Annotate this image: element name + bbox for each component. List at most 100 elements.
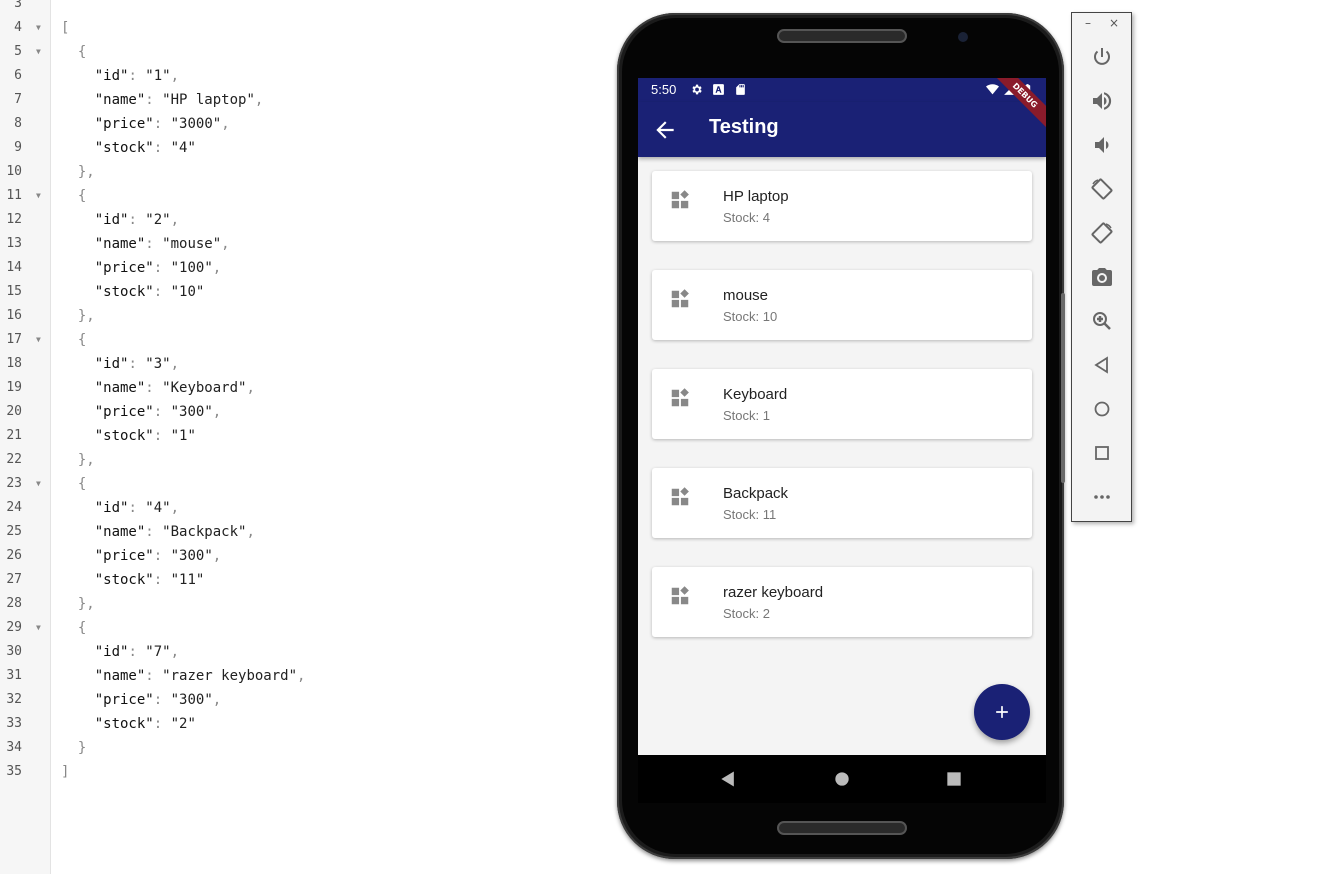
line-number: 34: [6, 740, 22, 755]
line-number: 17: [6, 332, 22, 347]
line-number: 10: [6, 164, 22, 179]
code-text: },: [77, 308, 95, 324]
add-item-button[interactable]: [974, 684, 1030, 740]
product-card[interactable]: mouse Stock: 10: [652, 270, 1032, 340]
code-line[interactable]: 7 "name": "HP laptop",: [0, 88, 600, 112]
code-line[interactable]: 9 "stock": "4": [0, 136, 600, 160]
code-line[interactable]: 28 },: [0, 592, 600, 616]
product-card[interactable]: Keyboard Stock: 1: [652, 369, 1032, 439]
line-number: 21: [6, 428, 22, 443]
code-line[interactable]: 5 ▼ {: [0, 40, 600, 64]
code-line[interactable]: 27 "stock": "11": [0, 568, 600, 592]
code-line[interactable]: 3: [0, 0, 600, 16]
recents-square-icon[interactable]: [944, 769, 964, 789]
rotate-left-icon[interactable]: [1090, 177, 1114, 201]
home-icon[interactable]: [1090, 397, 1114, 421]
code-text: {: [77, 620, 87, 636]
product-card[interactable]: HP laptop Stock: 4: [652, 171, 1032, 241]
code-line[interactable]: 30 "id": "7",: [0, 640, 600, 664]
widgets-icon: [671, 586, 689, 605]
widgets-icon: [671, 487, 689, 506]
overview-icon[interactable]: [1090, 441, 1114, 465]
code-line[interactable]: 16 },: [0, 304, 600, 328]
line-number: 22: [6, 452, 22, 467]
code-text: ]: [61, 764, 70, 780]
product-card[interactable]: Backpack Stock: 11: [652, 468, 1032, 538]
fold-toggle-icon[interactable]: ▼: [36, 616, 41, 640]
line-number: 3: [14, 0, 22, 11]
fold-toggle-icon[interactable]: ▼: [36, 40, 41, 64]
code-line[interactable]: 35]: [0, 760, 600, 784]
status-time: 5:50: [651, 82, 677, 97]
code-line[interactable]: 8 "price": "3000",: [0, 112, 600, 136]
widgets-icon: [671, 289, 689, 308]
code-line[interactable]: 4 ▼ [: [0, 16, 600, 40]
json-editor[interactable]: 3 4 ▼[5 ▼ {6 "id": "1", 7 "name": "HP laptop…: [0, 0, 600, 874]
code-text: "id": "4",: [94, 500, 180, 516]
sd-card-icon: [736, 84, 745, 95]
code-line[interactable]: 13 "name": "mouse",: [0, 232, 600, 256]
code-line[interactable]: 25 "name": "Backpack",: [0, 520, 600, 544]
code-line[interactable]: 11 ▼ {: [0, 184, 600, 208]
code-line[interactable]: 18 "id": "3",: [0, 352, 600, 376]
volume-down-icon[interactable]: [1090, 133, 1114, 157]
fold-toggle-icon[interactable]: ▼: [36, 328, 41, 352]
code-line[interactable]: 23 ▼ {: [0, 472, 600, 496]
zoom-icon[interactable]: [1090, 309, 1114, 333]
home-circle-icon[interactable]: [832, 769, 852, 789]
more-icon[interactable]: [1090, 485, 1114, 509]
power-icon[interactable]: [1090, 45, 1114, 69]
line-number: 29: [6, 620, 22, 635]
product-name: HP laptop: [723, 188, 789, 205]
product-stock: Stock: 11: [723, 507, 777, 522]
code-line[interactable]: 21 "stock": "1": [0, 424, 600, 448]
code-line[interactable]: 24 "id": "4",: [0, 496, 600, 520]
fold-toggle-icon[interactable]: ▼: [36, 184, 41, 208]
line-number: 35: [6, 764, 22, 779]
line-number: 23: [6, 476, 22, 491]
rotate-right-icon[interactable]: [1090, 221, 1114, 245]
phone-screen[interactable]: 5:50 Testing DEBUG HP laptop Stock: 4 mous…: [638, 78, 1046, 755]
code-line[interactable]: 33 "stock": "2": [0, 712, 600, 736]
code-line[interactable]: 26 "price": "300",: [0, 544, 600, 568]
minimize-button[interactable]: –: [1081, 16, 1095, 30]
code-text: },: [77, 596, 95, 612]
code-line[interactable]: 34 }: [0, 736, 600, 760]
code-line[interactable]: 32 "price": "300",: [0, 688, 600, 712]
line-number: 15: [6, 284, 22, 299]
code-line[interactable]: 6 "id": "1",: [0, 64, 600, 88]
close-button[interactable]: ×: [1107, 16, 1121, 30]
product-stock: Stock: 1: [723, 408, 770, 423]
product-card[interactable]: razer keyboard Stock: 2: [652, 567, 1032, 637]
code-text: "name": "Keyboard",: [94, 380, 255, 396]
code-lines[interactable]: 3 4 ▼[5 ▼ {6 "id": "1", 7 "name": "HP laptop…: [0, 0, 600, 784]
code-line[interactable]: 22 },: [0, 448, 600, 472]
fold-toggle-icon[interactable]: ▼: [36, 472, 41, 496]
code-text: "id": "7",: [94, 644, 180, 660]
line-number: 8: [14, 116, 22, 131]
fold-toggle-icon[interactable]: ▼: [36, 16, 41, 40]
volume-up-icon[interactable]: [1090, 89, 1114, 113]
code-line[interactable]: 19 "name": "Keyboard",: [0, 376, 600, 400]
code-line[interactable]: 17 ▼ {: [0, 328, 600, 352]
code-line[interactable]: 12 "id": "2",: [0, 208, 600, 232]
line-number: 11: [6, 188, 22, 203]
code-line[interactable]: 15 "stock": "10": [0, 280, 600, 304]
back-icon[interactable]: [1090, 353, 1114, 377]
widgets-icon: [671, 388, 689, 407]
product-name: razer keyboard: [723, 584, 824, 601]
arrow-back-icon[interactable]: [652, 117, 678, 143]
camera-icon[interactable]: [1090, 265, 1114, 289]
back-triangle-icon[interactable]: [718, 769, 738, 789]
code-line[interactable]: 10 },: [0, 160, 600, 184]
line-number: 32: [6, 692, 22, 707]
code-text: "name": "mouse",: [94, 236, 230, 252]
code-line[interactable]: 29 ▼ {: [0, 616, 600, 640]
code-text: {: [77, 44, 87, 60]
code-line[interactable]: 14 "price": "100",: [0, 256, 600, 280]
code-text: "price": "300",: [94, 548, 222, 564]
code-text: }: [77, 740, 87, 756]
code-line[interactable]: 20 "price": "300",: [0, 400, 600, 424]
settings-icon: [692, 84, 702, 95]
code-line[interactable]: 31 "name": "razer keyboard",: [0, 664, 600, 688]
